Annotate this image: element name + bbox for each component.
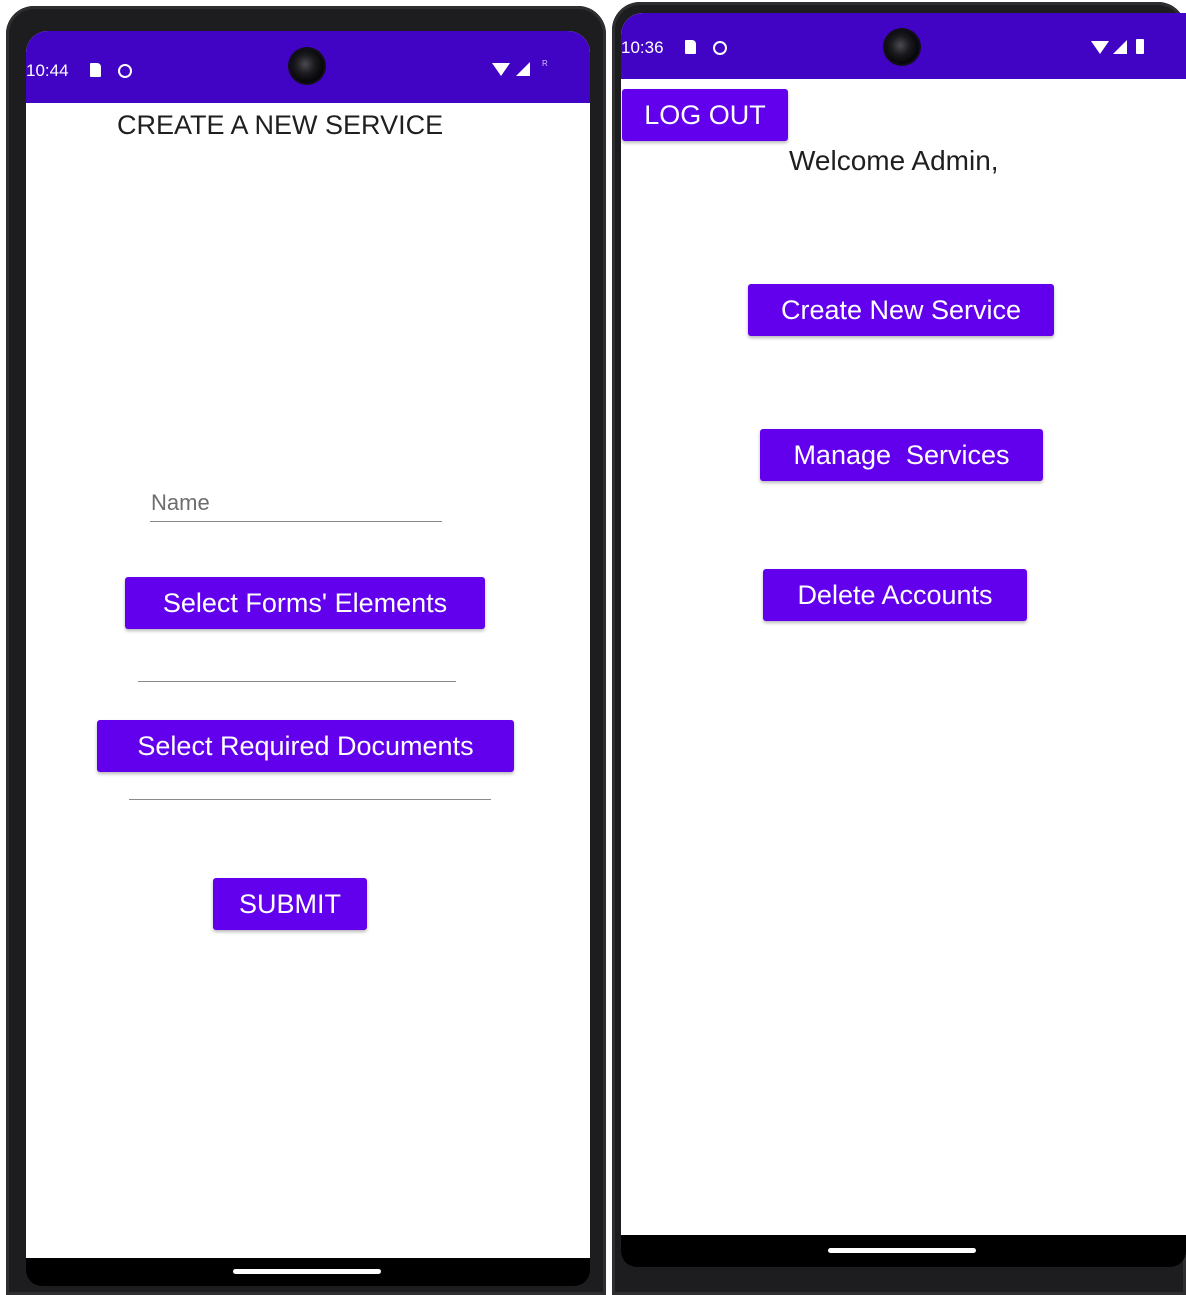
required-documents-underline <box>129 799 491 800</box>
navigation-bar <box>26 1258 590 1286</box>
status-bar: 10:36 <box>621 13 1186 79</box>
page-title: CREATE A NEW SERVICE <box>117 110 444 140</box>
submit-button[interactable]: SUBMIT <box>213 878 367 930</box>
admin-home-screen: 10:36 LOG OUT Welcome Admin, Create New … <box>621 13 1186 1235</box>
circle-status-icon <box>118 64 132 78</box>
forms-elements-underline <box>138 681 456 682</box>
navigation-bar <box>621 1235 1186 1267</box>
wifi-icon <box>492 63 510 76</box>
logout-button[interactable]: LOG OUT <box>622 89 788 141</box>
sd-card-icon <box>685 40 696 54</box>
battery-icon <box>1136 39 1144 54</box>
home-gesture-pill[interactable] <box>828 1248 976 1253</box>
camera-hole <box>290 49 324 83</box>
name-input-underline <box>150 521 442 522</box>
phone-frame-create-service: 10:44 R CREATE A NEW SERVICE Select Form… <box>6 6 606 1295</box>
manage-services-button[interactable]: Manage Services <box>760 429 1043 481</box>
phone-frame-admin-home: 10:36 LOG OUT Welcome Admin, Create New … <box>612 2 1186 1295</box>
status-time: 10:36 <box>621 38 664 57</box>
status-bar: 10:44 R <box>26 31 590 103</box>
status-indicator: R <box>542 59 548 68</box>
delete-accounts-button[interactable]: Delete Accounts <box>763 569 1027 621</box>
signal-icon <box>1113 40 1127 54</box>
circle-status-icon <box>713 41 727 55</box>
camera-hole <box>885 30 919 64</box>
create-new-service-button[interactable]: Create New Service <box>748 284 1054 336</box>
signal-icon <box>516 62 530 76</box>
wifi-icon <box>1091 41 1109 54</box>
create-service-screen: 10:44 R CREATE A NEW SERVICE Select Form… <box>26 31 590 1258</box>
home-gesture-pill[interactable] <box>233 1269 381 1274</box>
sd-card-icon <box>90 63 101 77</box>
status-time: 10:44 <box>26 61 69 80</box>
welcome-text: Welcome Admin, <box>789 145 999 176</box>
select-required-documents-button[interactable]: Select Required Documents <box>97 720 514 772</box>
name-input[interactable] <box>151 488 441 518</box>
select-forms-elements-button[interactable]: Select Forms' Elements <box>125 577 485 629</box>
